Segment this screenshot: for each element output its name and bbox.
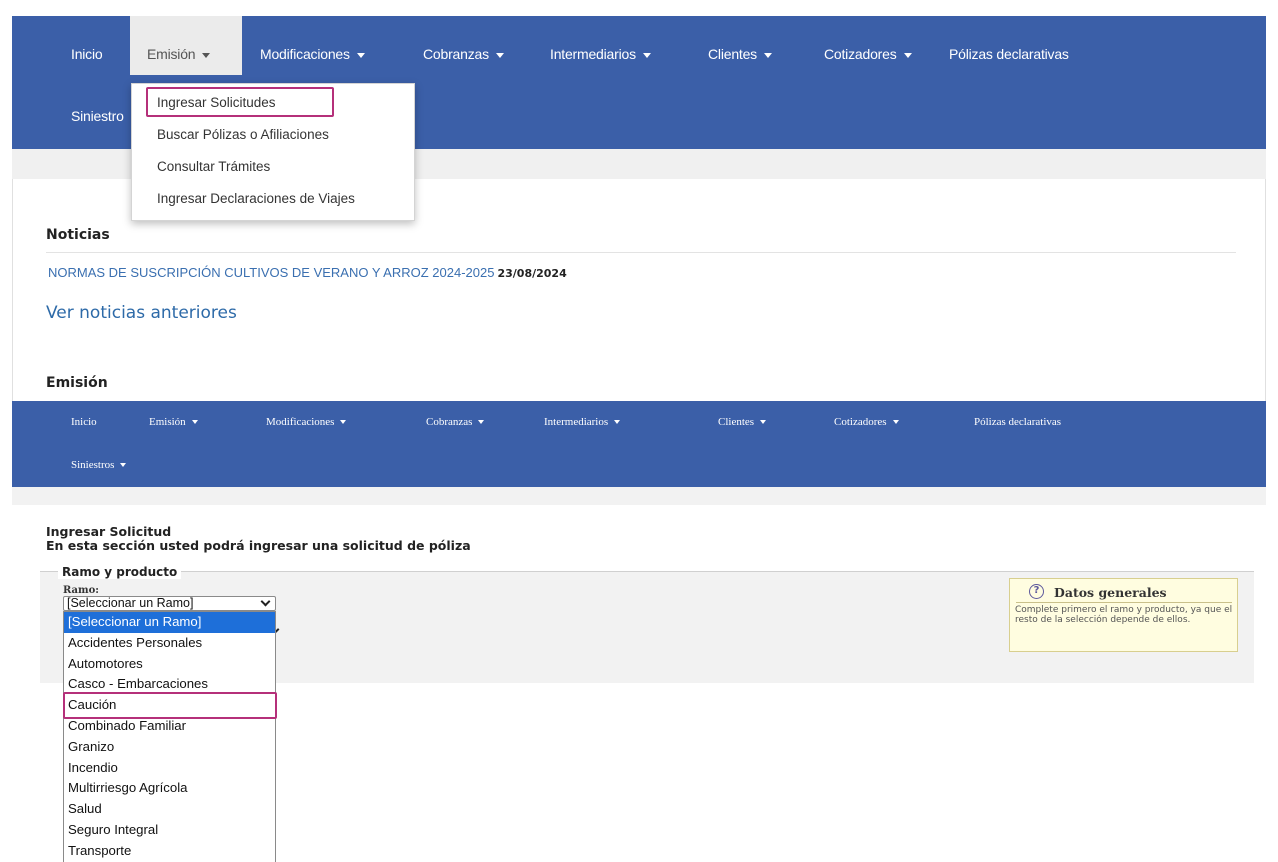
- nav2-cotizadores-label: Cotizadores: [834, 416, 887, 428]
- nav2-polizas-declarativas[interactable]: Pólizas declarativas: [974, 416, 1061, 428]
- nav2-modificaciones-label: Modificaciones: [266, 416, 335, 428]
- menu-item-ingresar-solicitudes[interactable]: Ingresar Solicitudes: [157, 95, 276, 110]
- chevron-down-icon: [903, 52, 912, 58]
- news-item-title: NORMAS DE SUSCRIPCIÓN CULTIVOS DE VERANO…: [48, 265, 495, 280]
- ramo-option[interactable]: Transporte: [64, 841, 275, 862]
- ramo-options-list: [Seleccionar un Ramo] Accidentes Personal…: [63, 611, 276, 862]
- ramo-option[interactable]: Incendio: [64, 758, 275, 779]
- nav-emision-label: Emisión: [147, 46, 196, 62]
- nav-clientes-label: Clientes: [708, 46, 757, 62]
- nav-emision[interactable]: Emisión: [130, 16, 242, 75]
- nav-intermediarios[interactable]: Intermediarios: [550, 46, 651, 62]
- nav2-cotizadores[interactable]: Cotizadores: [834, 416, 899, 428]
- nav2-clientes-label: Clientes: [718, 416, 755, 428]
- nav2-siniestros[interactable]: Siniestros: [71, 459, 127, 471]
- ramo-option[interactable]: Automotores: [64, 654, 275, 675]
- nav-inicio[interactable]: Inicio: [71, 46, 103, 62]
- nav-cobranzas-label: Cobranzas: [423, 46, 489, 62]
- nav2-intermediarios[interactable]: Intermediarios: [544, 416, 621, 428]
- emision-dropdown-menu: Ingresar Solicitudes Buscar Pólizas o Af…: [131, 83, 415, 221]
- nav2-emision-label: Emisión: [149, 416, 186, 428]
- help-box: ? Datos generales Complete primero el ra…: [1009, 578, 1238, 652]
- nav-cobranzas[interactable]: Cobranzas: [423, 46, 504, 62]
- nav-intermediarios-label: Intermediarios: [550, 46, 636, 62]
- help-question-icon: ?: [1029, 584, 1044, 599]
- chevron-down-icon: [495, 52, 504, 58]
- news-heading: Noticias: [46, 227, 110, 243]
- divider: [46, 252, 1236, 253]
- chevron-down-icon: [763, 52, 772, 58]
- form-subtitle: En esta sección usted podrá ingresar una…: [46, 538, 471, 553]
- chevron-down-icon: [260, 596, 271, 607]
- help-title: Datos generales: [1054, 585, 1167, 600]
- ver-noticias-anteriores-link[interactable]: Ver noticias anteriores: [46, 303, 237, 323]
- ramo-option[interactable]: Accidentes Personales: [64, 633, 275, 654]
- ramo-option[interactable]: Seguro Integral: [64, 820, 275, 841]
- chevron-down-icon: [202, 52, 211, 58]
- menu-item-consultar-tramites[interactable]: Consultar Trámites: [157, 159, 270, 174]
- chevron-down-icon: [892, 420, 899, 425]
- nav2-emision[interactable]: Emisión: [149, 416, 198, 428]
- nav2-clientes[interactable]: Clientes: [718, 416, 767, 428]
- chevron-down-icon: [614, 420, 621, 425]
- ramo-label: Ramo:: [63, 585, 99, 596]
- nav2-cobranzas[interactable]: Cobranzas: [426, 416, 485, 428]
- secondary-navbar: Inicio Emisión Modificaciones Cobranzas …: [12, 401, 1266, 487]
- menu-item-ingresar-declaraciones[interactable]: Ingresar Declaraciones de Viajes: [157, 191, 355, 206]
- nav2-inicio[interactable]: Inicio: [71, 416, 97, 428]
- nav-modificaciones[interactable]: Modificaciones: [260, 46, 365, 62]
- nav-clientes[interactable]: Clientes: [708, 46, 772, 62]
- nav2-siniestros-label: Siniestros: [71, 459, 115, 471]
- ramo-option[interactable]: Multirriesgo Agrícola: [64, 778, 275, 799]
- nav-modificaciones-label: Modificaciones: [260, 46, 350, 62]
- nav2-intermediarios-label: Intermediarios: [544, 416, 609, 428]
- chevron-down-icon: [642, 52, 651, 58]
- fieldset-legend: Ramo y producto: [58, 565, 182, 579]
- chevron-down-icon: [120, 463, 127, 468]
- ramo-option[interactable]: Salud: [64, 799, 275, 820]
- option-highlight-box: [63, 692, 277, 719]
- ramo-select-value: [Seleccionar un Ramo]: [67, 596, 194, 610]
- nav-cotizadores[interactable]: Cotizadores: [824, 46, 912, 62]
- ramo-option[interactable]: Combinado Familiar: [64, 716, 275, 737]
- news-item-date: 23/08/2024: [497, 267, 567, 280]
- help-divider: [1016, 602, 1232, 603]
- nav-siniestros[interactable]: Siniestro: [71, 108, 124, 124]
- news-item-link[interactable]: NORMAS DE SUSCRIPCIÓN CULTIVOS DE VERANO…: [48, 265, 567, 280]
- nav-cotizadores-label: Cotizadores: [824, 46, 897, 62]
- chevron-down-icon: [191, 420, 198, 425]
- form-title: Ingresar Solicitud: [46, 524, 172, 539]
- nav2-modificaciones[interactable]: Modificaciones: [266, 416, 347, 428]
- chevron-down-icon: [478, 420, 485, 425]
- emision-heading: Emisión: [46, 375, 108, 391]
- nav2-cobranzas-label: Cobranzas: [426, 416, 473, 428]
- menu-item-buscar-polizas[interactable]: Buscar Pólizas o Afiliaciones: [157, 127, 329, 142]
- chevron-down-icon: [760, 420, 767, 425]
- chevron-down-icon: [340, 420, 347, 425]
- nav2-spacer: [12, 487, 1266, 505]
- ramo-option[interactable]: [Seleccionar un Ramo]: [64, 612, 275, 633]
- chevron-down-icon: [356, 52, 365, 58]
- ramo-select[interactable]: [Seleccionar un Ramo]: [63, 596, 276, 611]
- help-text: Complete primero el ramo y producto, ya …: [1015, 605, 1233, 625]
- ramo-option[interactable]: Granizo: [64, 737, 275, 758]
- nav-polizas-declarativas[interactable]: Pólizas declarativas: [949, 46, 1069, 62]
